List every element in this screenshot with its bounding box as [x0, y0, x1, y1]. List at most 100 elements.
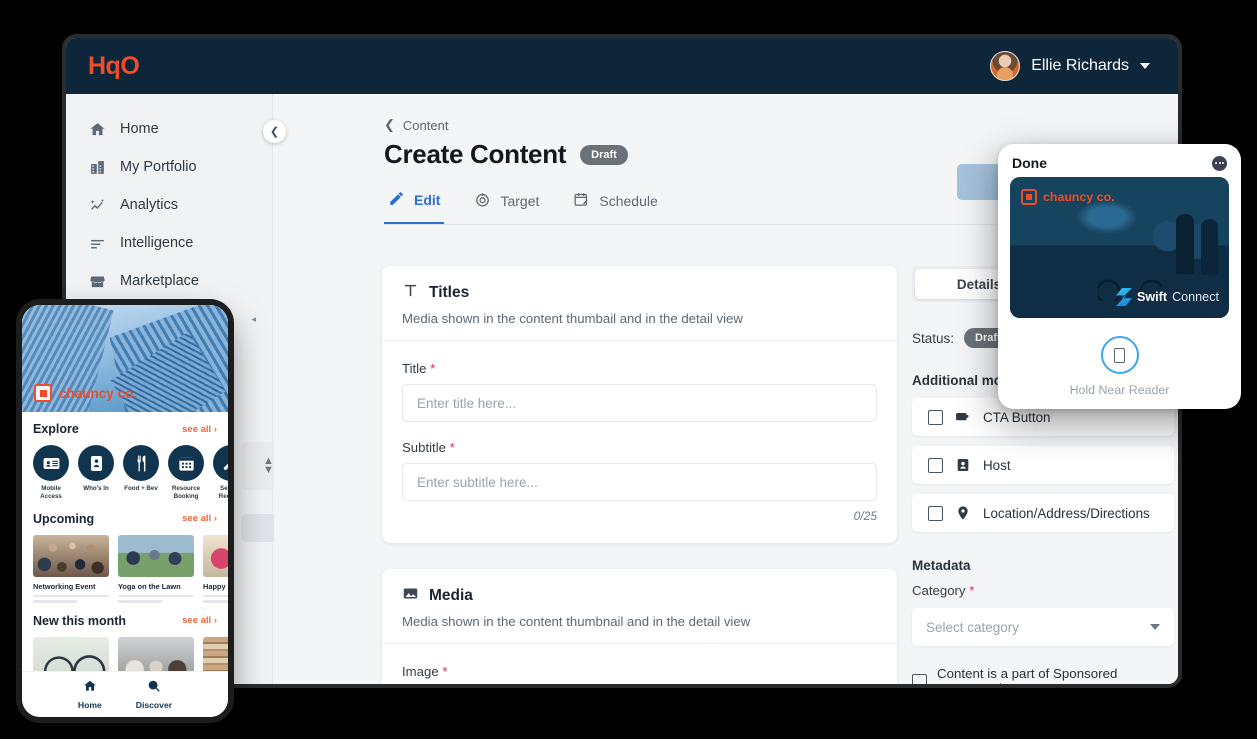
phone-section-upcoming: Upcoming see all ›: [33, 512, 217, 526]
page-title: Create Content: [384, 139, 567, 169]
explore-item-whos-in[interactable]: Who's In: [78, 445, 114, 501]
checkbox[interactable]: [912, 673, 927, 684]
target-icon: [474, 191, 491, 211]
pass-brand-label: chauncy co.: [1043, 190, 1115, 204]
title-input[interactable]: Enter title here...: [402, 384, 877, 422]
see-all-link[interactable]: see all ›: [182, 424, 217, 435]
section-title: Explore: [33, 422, 79, 436]
titles-card-body: Title * Enter title here... Subtitle * E…: [382, 341, 897, 543]
media-card-body: Image *: [382, 644, 897, 684]
explore-item-label: Food + Bev: [124, 485, 158, 492]
upcoming-card[interactable]: Networking Event: [33, 534, 109, 603]
see-all-link[interactable]: see all ›: [182, 513, 217, 524]
hqo-logo[interactable]: HqO: [88, 52, 140, 81]
person-card-icon: [78, 445, 114, 481]
done-button[interactable]: Done: [1012, 155, 1047, 171]
tab-schedule[interactable]: Schedule: [569, 186, 661, 224]
analytics-icon: [88, 196, 106, 214]
checkbox[interactable]: [928, 457, 943, 473]
chauncy-logo-icon: [1021, 189, 1037, 205]
event-thumbnail: [118, 534, 194, 577]
store-icon: [88, 272, 106, 290]
upcoming-card[interactable]: Happy Ho: [203, 534, 228, 603]
module-row-location[interactable]: Location/Address/Directions: [912, 494, 1174, 532]
breadcrumb[interactable]: ❮ Content: [384, 117, 1178, 133]
tab-edit[interactable]: Edit: [384, 186, 445, 224]
id-badge-icon: [33, 445, 69, 481]
sidebar-item-intelligence[interactable]: Intelligence: [66, 224, 272, 262]
sponsored-programming-row[interactable]: Content is a part of Sponsored Programmi…: [912, 666, 1174, 684]
media-card-title: Media: [429, 587, 473, 604]
nfc-reader-prompt: Hold Near Reader: [1010, 336, 1229, 397]
swiftconnect-mark-icon: [1115, 288, 1132, 306]
see-all-link[interactable]: see all ›: [182, 615, 217, 626]
category-select-value: Select category: [926, 619, 1020, 635]
upcoming-card[interactable]: Yoga on the Lawn: [118, 534, 194, 603]
upcoming-card-row: Networking Event Yoga on the Lawn Happy …: [33, 534, 228, 603]
explore-item-food-bev[interactable]: Food + Bev: [123, 445, 159, 501]
pass-brand: chauncy co.: [1021, 189, 1115, 205]
tab-label: Edit: [414, 192, 441, 208]
placeholder-bar: [118, 594, 194, 597]
module-label: CTA Button: [983, 409, 1051, 425]
form-column: Titles Media shown in the content thumba…: [382, 266, 897, 684]
pencil-icon: [388, 190, 405, 210]
explore-item-resource-booking[interactable]: Resource Booking: [168, 445, 204, 501]
checkbox[interactable]: [928, 505, 943, 521]
phone-mockup: chauncy co. Explore see all › Mobile Acc…: [22, 305, 228, 717]
host-person-icon: [955, 457, 971, 473]
wallet-pass-card: Done chauncy co. Swift Connect Hold Near…: [998, 144, 1241, 409]
image-field-label: Image *: [402, 664, 448, 679]
phone-section-new-this-month: New this month see all ›: [33, 614, 217, 628]
more-options-icon[interactable]: [1212, 155, 1227, 171]
titles-card-title-row: Titles: [402, 282, 877, 304]
event-title: Yoga on the Lawn: [118, 581, 181, 591]
collapse-sidebar-button[interactable]: ❮: [263, 120, 286, 143]
subtitle-field-label: Subtitle *: [402, 440, 455, 455]
image-icon: [402, 585, 419, 607]
character-counter: 0/25: [853, 509, 877, 523]
tab-target[interactable]: Target: [470, 186, 543, 224]
sidebar-item-analytics[interactable]: Analytics: [66, 186, 272, 224]
swiftconnect-logo: Swift Connect: [1115, 288, 1219, 306]
subtitle-input[interactable]: Enter subtitle here...: [402, 463, 877, 501]
sidebar-item-my-portfolio[interactable]: My Portfolio: [66, 148, 272, 186]
required-marker: *: [430, 361, 436, 376]
user-menu[interactable]: Ellie Richards: [990, 51, 1150, 81]
screenshot-stage: HqO Ellie Richards Home My Portfolio Ana…: [0, 0, 1257, 739]
explore-item-mobile-access[interactable]: Mobile Access: [33, 445, 69, 501]
wrench-icon: [213, 445, 228, 481]
sidebar-item-label: Analytics: [120, 197, 179, 213]
text-format-icon: [402, 282, 419, 304]
media-card-title-row: Media: [402, 585, 877, 607]
checkbox[interactable]: [928, 409, 943, 425]
required-marker: *: [449, 440, 455, 455]
chauncy-logo-icon: [34, 384, 52, 402]
status-label: Status:: [912, 330, 955, 346]
search-icon: [148, 680, 160, 692]
sidebar-item-label: My Portfolio: [120, 159, 197, 175]
titles-card-header: Titles Media shown in the content thumba…: [382, 266, 897, 341]
explore-icon-row: Mobile Access Who's In Food + Bev Resour…: [33, 445, 228, 501]
sidebar-item-label: Intelligence: [120, 235, 194, 251]
sidebar-item-label: Home: [120, 121, 159, 137]
section-title: Upcoming: [33, 511, 95, 526]
nfc-phone-icon: [1100, 336, 1139, 374]
explore-item-service-request[interactable]: Service Request: [213, 445, 228, 501]
category-select[interactable]: Select category: [912, 608, 1174, 646]
sidebar-item-marketplace[interactable]: Marketplace: [66, 262, 272, 300]
module-label: Location/Address/Directions: [983, 505, 1150, 521]
phone-nav-discover[interactable]: Discover: [136, 679, 172, 710]
module-row-host[interactable]: Host: [912, 446, 1174, 484]
phone-nav-label: Discover: [135, 700, 173, 710]
nfc-caption: Hold Near Reader: [1069, 383, 1170, 397]
titles-card: Titles Media shown in the content thumba…: [382, 266, 897, 543]
phone-section-explore: Explore see all ›: [33, 422, 217, 436]
phone-nav-home[interactable]: Home: [78, 679, 102, 710]
placeholder-bar: [33, 600, 78, 603]
placeholder-bar: [33, 594, 109, 597]
module-label: Host: [983, 457, 1011, 473]
title-field-label: Title *: [402, 361, 436, 376]
sidebar-item-home[interactable]: Home: [66, 110, 272, 148]
phone-hero-image: chauncy co.: [22, 305, 228, 412]
